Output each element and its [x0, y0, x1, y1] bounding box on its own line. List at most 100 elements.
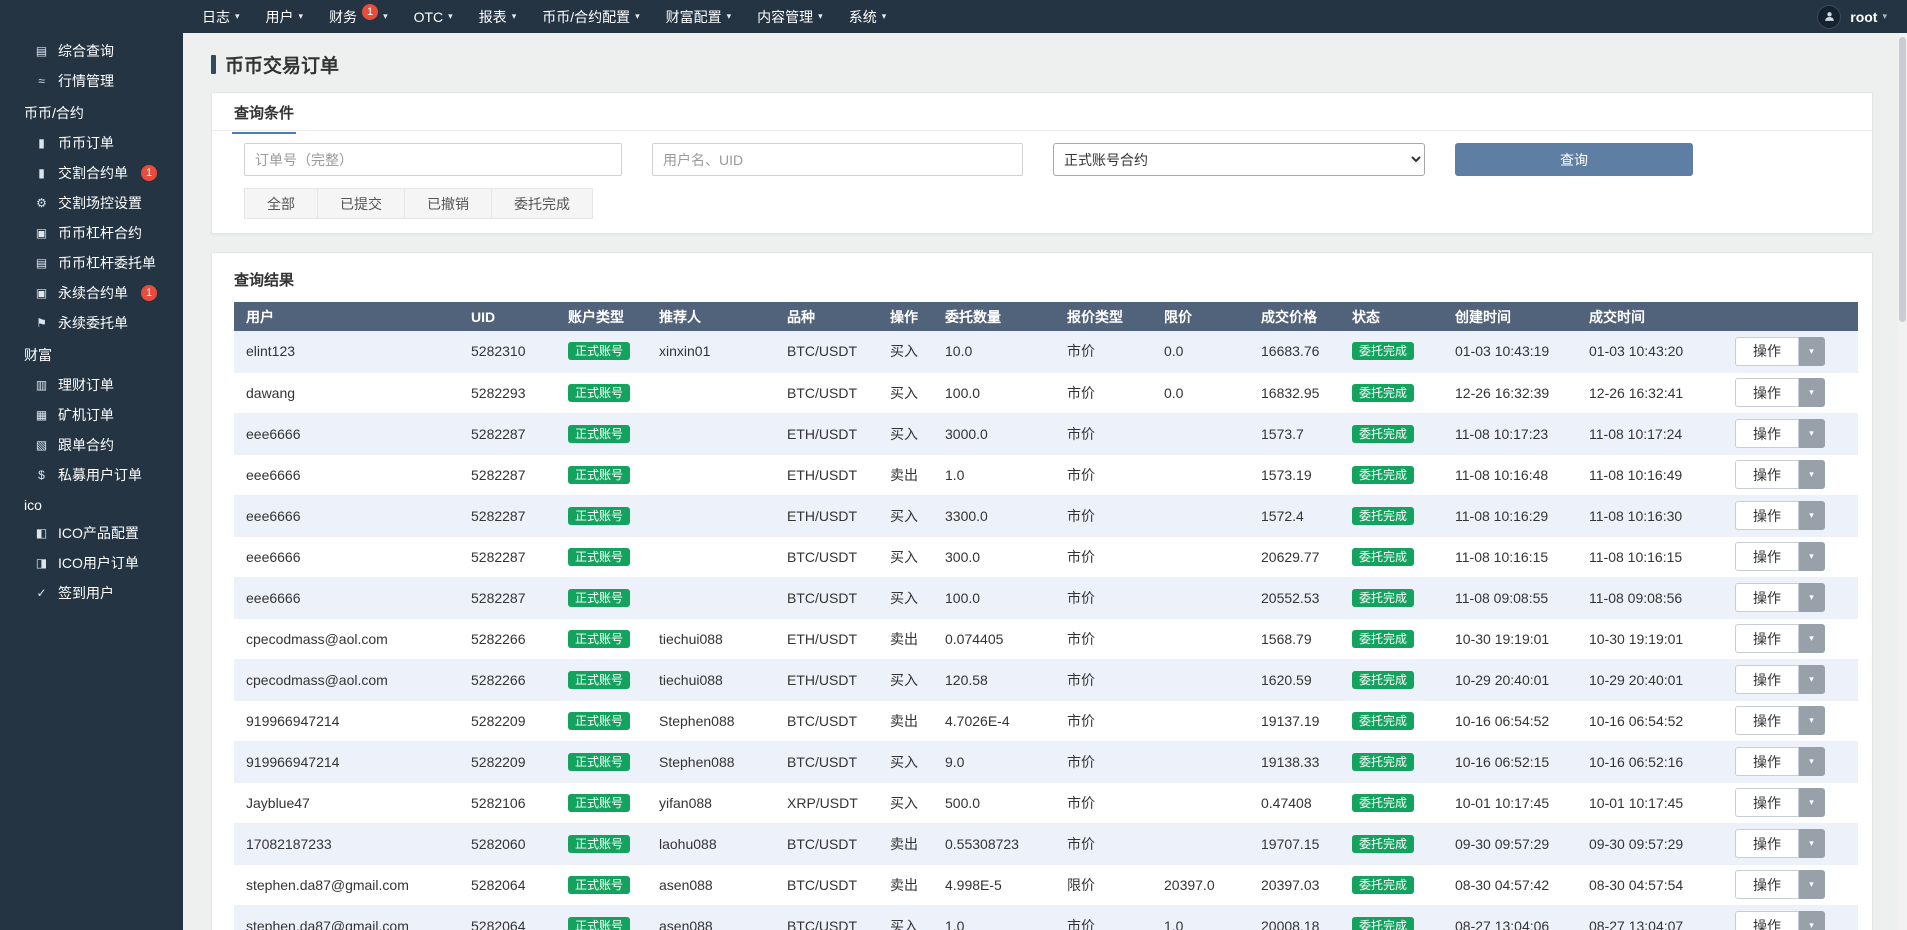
user-menu[interactable]: root ▾ [1850, 9, 1887, 25]
action-button[interactable]: 操作 [1735, 460, 1799, 489]
navbar-item-label: 报表 [479, 7, 507, 27]
navbar-item-finance[interactable]: 财务1▾ [316, 0, 401, 33]
sidebar-item-delivery-risk-settings[interactable]: ⚙交割场控设置 [0, 188, 183, 218]
account-type-select[interactable]: 正式账号合约 [1053, 143, 1425, 176]
filter-tab-all[interactable]: 全部 [244, 188, 318, 219]
navbar-item-logs[interactable]: 日志▾ [189, 0, 253, 33]
results-card: 查询结果 用户UID账户类型推荐人品种操作委托数量报价类型限价成交价格状态创建时… [211, 252, 1873, 930]
cell-referrer [647, 413, 775, 454]
sidebar-item-coin-margin-contracts[interactable]: ▣币币杠杆合约 [0, 218, 183, 248]
chevron-down-icon: ▾ [1809, 469, 1814, 480]
chevron-down-icon: ▾ [1809, 879, 1814, 890]
action-dropdown-button[interactable]: ▾ [1799, 583, 1825, 612]
cell-amount: 3300.0 [933, 495, 1055, 536]
sidebar-item-ico-product-config[interactable]: ◧ICO产品配置 [0, 518, 183, 548]
sidebar-item-coin-orders[interactable]: ▮币币订单 [0, 128, 183, 158]
action-button[interactable]: 操作 [1735, 542, 1799, 571]
action-button[interactable]: 操作 [1735, 337, 1799, 366]
action-dropdown-button[interactable]: ▾ [1799, 747, 1825, 776]
action-button[interactable]: 操作 [1735, 829, 1799, 858]
sidebar-item-perpetual-contract-orders[interactable]: ▣永续合约单1 [0, 278, 183, 308]
action-dropdown-button[interactable]: ▾ [1799, 542, 1825, 571]
cell-status: 委托完成 [1340, 659, 1443, 700]
action-dropdown-button[interactable]: ▾ [1799, 870, 1825, 899]
sidebar-item-wealth-orders[interactable]: ▥理财订单 [0, 370, 183, 400]
action-dropdown-button[interactable]: ▾ [1799, 501, 1825, 530]
sidebar-item-checkin-users[interactable]: ✓签到用户 [0, 578, 183, 608]
column-header: 委托数量 [933, 302, 1055, 331]
vertical-scrollbar[interactable] [1898, 33, 1907, 930]
navbar-item-otc[interactable]: OTC▾ [401, 0, 466, 33]
action-dropdown-button[interactable]: ▾ [1799, 706, 1825, 735]
status-badge: 委托完成 [1352, 712, 1414, 730]
sidebar-group-header: 币币/合约 [0, 96, 183, 128]
column-header: 报价类型 [1055, 302, 1152, 331]
navbar-item-content-management[interactable]: 内容管理▾ [744, 0, 836, 33]
navbar-item-users[interactable]: 用户▾ [253, 0, 317, 33]
profile-button[interactable] [1817, 5, 1841, 29]
cell-amount: 3000.0 [933, 413, 1055, 454]
navbar-item-reports[interactable]: 报表▾ [466, 0, 530, 33]
action-dropdown-button[interactable]: ▾ [1799, 419, 1825, 448]
action-dropdown-button[interactable]: ▾ [1799, 665, 1825, 694]
sidebar-item-ico-user-orders[interactable]: ◨ICO用户订单 [0, 548, 183, 578]
action-button[interactable]: 操作 [1735, 419, 1799, 448]
cell-symbol: BTC/USDT [775, 536, 878, 577]
navbar-item-coin-contract-config[interactable]: 币币/合约配置▾ [529, 0, 652, 33]
cell-dealt-at: 10-01 10:17:45 [1577, 782, 1723, 823]
action-button[interactable]: 操作 [1735, 501, 1799, 530]
action-dropdown-button[interactable]: ▾ [1799, 460, 1825, 489]
cell-account-type: 正式账号 [556, 577, 647, 618]
action-button[interactable]: 操作 [1735, 706, 1799, 735]
action-button[interactable]: 操作 [1735, 665, 1799, 694]
cell-actions: 操作▾ [1723, 495, 1858, 536]
filter-tab-cancelled[interactable]: 已撤销 [404, 188, 492, 219]
sidebar-item-coin-margin-entrust-orders[interactable]: ▤币币杠杆委托单 [0, 248, 183, 278]
action-dropdown-button[interactable]: ▾ [1799, 788, 1825, 817]
cell-account-type: 正式账号 [556, 700, 647, 741]
chevron-down-icon: ▾ [1809, 387, 1814, 398]
cell-actions: 操作 ▾ [1723, 454, 1858, 495]
search-button[interactable]: 查询 [1455, 143, 1693, 176]
filter-tab-entrust-completed[interactable]: 委托完成 [491, 188, 593, 219]
cell-user: cpecodmass@aol.com [234, 659, 459, 700]
document-icon: ▣ [34, 286, 49, 300]
action-button[interactable]: 操作 [1735, 624, 1799, 653]
cell-dealt-at: 10-16 06:54:52 [1577, 700, 1723, 741]
action-dropdown-button[interactable]: ▾ [1799, 829, 1825, 858]
cell-actions: 操作▾ [1723, 413, 1858, 454]
action-dropdown-button[interactable]: ▾ [1799, 624, 1825, 653]
sidebar-item-label: 行情管理 [58, 71, 114, 91]
action-dropdown-button[interactable]: ▾ [1799, 337, 1825, 366]
sidebar-item-perpetual-entrust-orders[interactable]: ⚑永续委托单 [0, 308, 183, 338]
sidebar-item-copy-trade-contracts[interactable]: ▧跟单合约 [0, 430, 183, 460]
navbar-item-wealth-config[interactable]: 财富配置▾ [653, 0, 745, 33]
action-button[interactable]: 操作 [1735, 788, 1799, 817]
cell-user: elint123 [234, 331, 459, 372]
navbar-item-system[interactable]: 系统▾ [836, 0, 900, 33]
username-uid-input[interactable] [652, 143, 1023, 176]
action-button[interactable]: 操作 [1735, 583, 1799, 612]
action-button[interactable]: 操作 [1735, 870, 1799, 899]
action-dropdown-button[interactable]: ▾ [1799, 378, 1825, 407]
action-button[interactable]: 操作 [1735, 911, 1799, 930]
table-row: eee66665282287正式账号ETH/USDT买入3300.0市价1572… [234, 495, 1858, 536]
order-no-input[interactable] [244, 143, 622, 176]
sidebar-item-market-management[interactable]: ≈行情管理 [0, 66, 183, 96]
sidebar-item-delivery-contract-orders[interactable]: ▮交割合约单1 [0, 158, 183, 188]
sidebar-item-miner-orders[interactable]: ▦矿机订单 [0, 400, 183, 430]
account-type-badge: 正式账号 [568, 507, 630, 525]
action-button[interactable]: 操作 [1735, 378, 1799, 407]
scrollbar-thumb[interactable] [1899, 37, 1906, 322]
action-dropdown-button[interactable]: ▾ [1799, 911, 1825, 930]
cell-symbol: ETH/USDT [775, 659, 878, 700]
table-header-row: 用户UID账户类型推荐人品种操作委托数量报价类型限价成交价格状态创建时间成交时间 [234, 302, 1858, 331]
cell-symbol: ETH/USDT [775, 454, 878, 495]
action-button[interactable]: 操作 [1735, 747, 1799, 776]
cell-symbol: BTC/USDT [775, 741, 878, 782]
sidebar-item-comprehensive-query[interactable]: ▤综合查询 [0, 36, 183, 66]
account-type-badge: 正式账号 [568, 876, 630, 894]
filter-tab-submitted[interactable]: 已提交 [317, 188, 405, 219]
account-type-badge: 正式账号 [568, 548, 630, 566]
sidebar-item-private-user-orders[interactable]: $私募用户订单 [0, 460, 183, 490]
